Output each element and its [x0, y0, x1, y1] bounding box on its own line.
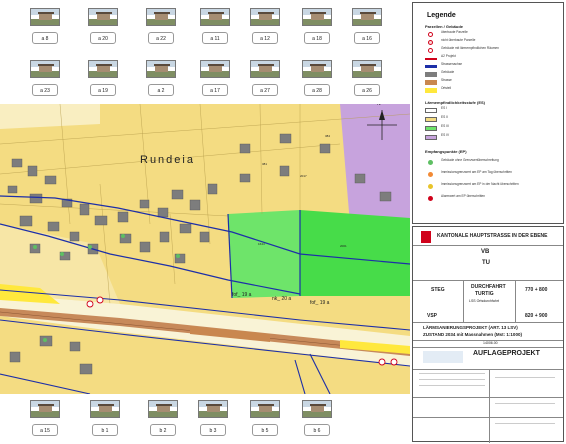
photo-label: b 2 [150, 424, 176, 436]
tb-stadt: TURTIG [475, 291, 494, 297]
parcel-number: 1644 [258, 242, 265, 246]
legend-item: A2 Projekt [425, 54, 561, 62]
photo-label: a 20 [90, 32, 116, 44]
photo-thumbnail[interactable] [90, 400, 120, 418]
legend-item: überbaute Parzelle [425, 30, 561, 38]
legend-item: Gebäude ohne Grenzwertüberschreitung [425, 158, 561, 166]
photo-label: a 23 [32, 84, 58, 96]
tb-station-left: STEG [431, 287, 445, 293]
parcel-number: 384 [325, 134, 331, 138]
parcel-number: 381 [262, 162, 268, 166]
photo-thumbnail[interactable] [250, 8, 280, 26]
photo-label: b 6 [304, 424, 330, 436]
legend-item: ES III [425, 124, 561, 132]
legend-item: ES II [425, 115, 561, 123]
legend-item: Ortsteil [425, 86, 561, 94]
tb-abschnitt: DURCHFAHRT [471, 284, 506, 290]
photo-thumbnail[interactable] [250, 400, 280, 418]
legend-item: Immissionsgrenzwert am EP in der Nacht ü… [425, 182, 561, 190]
photo-thumbnail[interactable] [146, 8, 176, 26]
tb-strecke: VB [481, 249, 490, 255]
parcel-number: 2017 [300, 174, 307, 178]
photo-thumbnail[interactable] [250, 60, 280, 78]
tb-company: AUFLAGEPROJEKT [473, 350, 540, 357]
parcel-number: 2001 [340, 244, 347, 248]
north-label: N [377, 104, 381, 107]
track-label-1: fof_ 19 a [232, 292, 252, 298]
tb-project-title-2: ZUSTAND 2034 mit Massnahmen (Mst: 1:1000… [423, 332, 522, 337]
map-drawing [0, 104, 410, 394]
canton-logo-icon [421, 231, 431, 243]
legend-section-parcels: Parzellen / Gebäude [425, 24, 464, 29]
photo-thumbnail[interactable] [200, 60, 230, 78]
zone-green-1 [228, 210, 300, 298]
photo-strip-top: a 8 a 20 a 22 a 11 a 12 a 18 a 16 [0, 4, 410, 52]
photo-thumbnail[interactable] [30, 8, 60, 26]
photo-label: a 18 [304, 32, 330, 44]
photo-label: a 16 [354, 32, 380, 44]
photo-thumbnail[interactable] [146, 60, 176, 78]
photo-label: b 1 [92, 424, 118, 436]
drawing-sheet: a 8a 20 a 22 a 11 a 12 a 18 a 16 a 23 a 19 a 2a… [0, 0, 566, 444]
photo-thumbnail[interactable] [352, 60, 382, 78]
legend-panel: Legende Parzellen / Gebäude überbaute Pa… [412, 2, 564, 224]
legend-section-es: Lärmempfindlichkeitsstufe (ES) [425, 100, 486, 105]
tb-plan-nr: 14006.00 [483, 341, 498, 345]
zone-es-iv [340, 104, 410, 224]
photo-thumbnail[interactable] [88, 8, 118, 26]
legend-item: Gebäude [425, 70, 561, 78]
legend-item: Strasse [425, 78, 561, 86]
photo-label: a 17 [202, 84, 228, 96]
legend-item: Immissionsgrenzwert am EP am Tag übersch… [425, 170, 561, 178]
legend-item: nicht überbaute Parzelle [425, 38, 561, 46]
photo-label: a 22 [148, 32, 174, 44]
photo-label: a 27 [252, 84, 278, 96]
engineer-logo-icon [423, 351, 463, 363]
track-label-3: fof_ 19 a [310, 300, 330, 306]
photo-label: a 11 [202, 32, 228, 44]
photo-label: a 28 [304, 84, 330, 96]
tb-station-right-2: 820 + 900 [525, 313, 548, 319]
photo-thumbnail[interactable] [198, 400, 228, 418]
legend-title: Legende [427, 12, 456, 19]
photo-label: a 8 [32, 32, 58, 44]
photo-label: a 15 [32, 424, 58, 436]
photo-thumbnail[interactable] [148, 400, 178, 418]
photo-label: a 19 [90, 84, 116, 96]
tb-bottom-left: VSP [427, 313, 438, 319]
place-label: Rundeia [140, 154, 195, 166]
photo-strip-bottom: a 15 b 1 b 2 b 3 b 5 b 6 [0, 396, 410, 444]
photo-thumbnail[interactable] [302, 400, 332, 418]
photo-thumbnail[interactable] [30, 60, 60, 78]
photo-label: a 2 [148, 84, 174, 96]
tb-header: KANTONALE HAUPTSTRASSE IN DER EBENE [437, 233, 548, 239]
legend-item: Alarmwert am EP überschritten [425, 194, 561, 202]
photo-thumbnail[interactable] [302, 8, 332, 26]
photo-label: b 3 [200, 424, 226, 436]
legend-section-ep: Empfangspunkte (EP) [425, 149, 467, 154]
site-plan-map[interactable]: Rundeia N fof_ 19 a nk_ 20 a fof_ 19 a 3… [0, 104, 410, 394]
photo-thumbnail[interactable] [200, 8, 230, 26]
title-block: KANTONALE HAUPTSTRASSE IN DER EBENE VB T… [412, 226, 564, 443]
tb-strasse: LSS Ortsdurchfahrt [469, 299, 499, 303]
photo-thumbnail[interactable] [88, 60, 118, 78]
tb-station-right-1: 770 + 800 [525, 287, 548, 293]
photo-strip-middle: a 23 a 19 a 2 a 17 a 27 a 28 a 26 [0, 56, 410, 104]
photo-label: b 5 [252, 424, 278, 436]
photo-thumbnail[interactable] [30, 400, 60, 418]
photo-thumbnail[interactable] [302, 60, 332, 78]
tb-project-title-1: LÄRMSANIERUNGSPROJEKT (ART. 13 LSV) [423, 325, 518, 330]
track-label-2: nk_ 20 a [272, 296, 292, 302]
legend-item: Gebäude mit lärmempfindlichen Räumen [425, 46, 561, 54]
legend-item: ES IV [425, 133, 561, 141]
legend-item: ES I [425, 106, 561, 114]
legend-item: Strassenachse [425, 62, 561, 70]
photo-label: a 26 [354, 84, 380, 96]
tb-ortschaft: TU [482, 260, 490, 266]
photo-label: a 12 [252, 32, 278, 44]
zone-green-2 [300, 210, 410, 296]
photo-thumbnail[interactable] [352, 8, 382, 26]
